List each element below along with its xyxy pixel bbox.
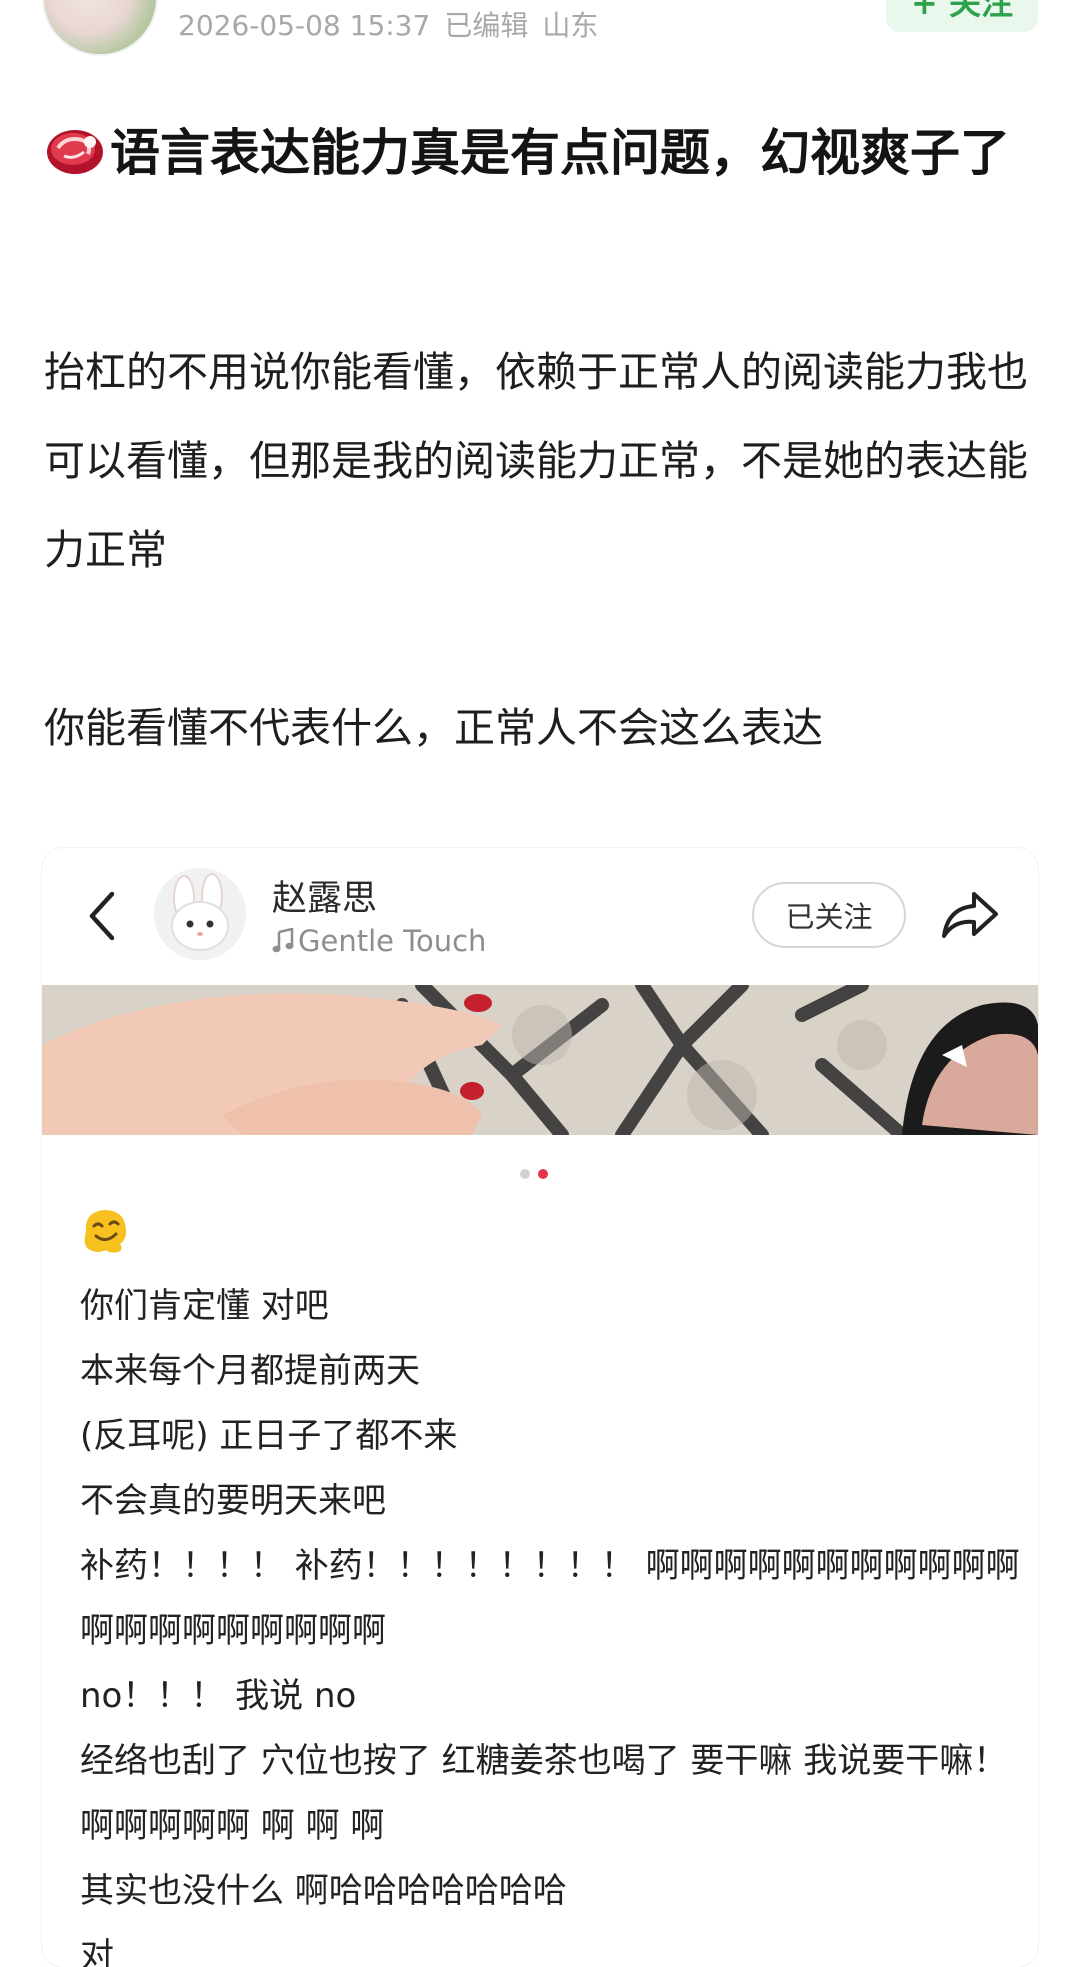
meat-emoji-icon (44, 120, 106, 202)
post-timestamp: 2026-05-08 15:37 (178, 9, 431, 42)
follow-button[interactable]: + 关注 (886, 0, 1038, 32)
user-avatar[interactable] (154, 868, 246, 960)
music-tag[interactable]: Gentle Touch (272, 924, 486, 961)
embedded-screenshot[interactable]: 赵露思 Gentle Touch 已关注 你们肯定懂 对吧 本来每个月都提前两天… (42, 848, 1038, 1967)
post-title: 语言表达能力真是有点问题，幻视爽子了 (44, 112, 1024, 202)
post-meta: 2026-05-08 15:37 已编辑 山东 (178, 4, 612, 44)
back-arrow-icon[interactable] (82, 888, 122, 948)
post-line: 经络也刮了 穴位也按了 红糖姜茶也喝了 要干嘛 我说要干嘛！ 啊啊啊啊啊 啊 啊… (80, 1741, 1008, 1846)
post-line: 你们肯定懂 对吧 (80, 1286, 329, 1326)
post-line: 本来每个月都提前两天 (80, 1351, 420, 1391)
share-icon[interactable] (940, 888, 1000, 946)
body-paragraph: 抬杠的不用说你能看懂，依赖于正常人的阅读能力我也可以看懂，但那是我的阅读能力正常… (44, 348, 1028, 574)
screenshot-post-text: 你们肯定懂 对吧 本来每个月都提前两天 (反耳呢) 正日子了都不来 不会真的要明… (80, 1274, 1030, 1967)
post-line: 不会真的要明天来吧 (80, 1481, 386, 1521)
post-body: 抬杠的不用说你能看懂，依赖于正常人的阅读能力我也可以看懂，但那是我的阅读能力正常… (44, 328, 1034, 773)
carousel-dot-active[interactable] (538, 1169, 548, 1179)
author-avatar[interactable] (42, 0, 158, 56)
post-title-text: 语言表达能力真是有点问题，幻视爽子了 (110, 124, 1010, 182)
user-name[interactable]: 赵露思 (272, 870, 377, 921)
post-line: 对 (80, 1936, 114, 1967)
post-line: 补药！！！！ 补药！！！！！！！！ 啊啊啊啊啊啊啊啊啊啊啊啊啊啊啊啊啊啊啊啊 (80, 1546, 1020, 1651)
post-photo[interactable] (42, 985, 1038, 1135)
music-title: Gentle Touch (298, 924, 487, 958)
post-line: (反耳呢) 正日子了都不来 (80, 1416, 458, 1456)
carousel-indicator (520, 1164, 556, 1183)
post-line: 其实也没什么 啊哈哈哈哈哈哈哈 (80, 1871, 567, 1911)
melting-face-emoji-icon (80, 1206, 130, 1260)
followed-button[interactable]: 已关注 (752, 882, 906, 948)
post-line: no！！！ 我说 no (80, 1676, 357, 1716)
music-note-icon (272, 927, 294, 961)
edited-label: 已编辑 (444, 9, 529, 42)
carousel-dot[interactable] (520, 1169, 530, 1179)
post-location: 山东 (542, 9, 599, 42)
body-paragraph: 你能看懂不代表什么，正常人不会这么表达 (44, 704, 823, 752)
